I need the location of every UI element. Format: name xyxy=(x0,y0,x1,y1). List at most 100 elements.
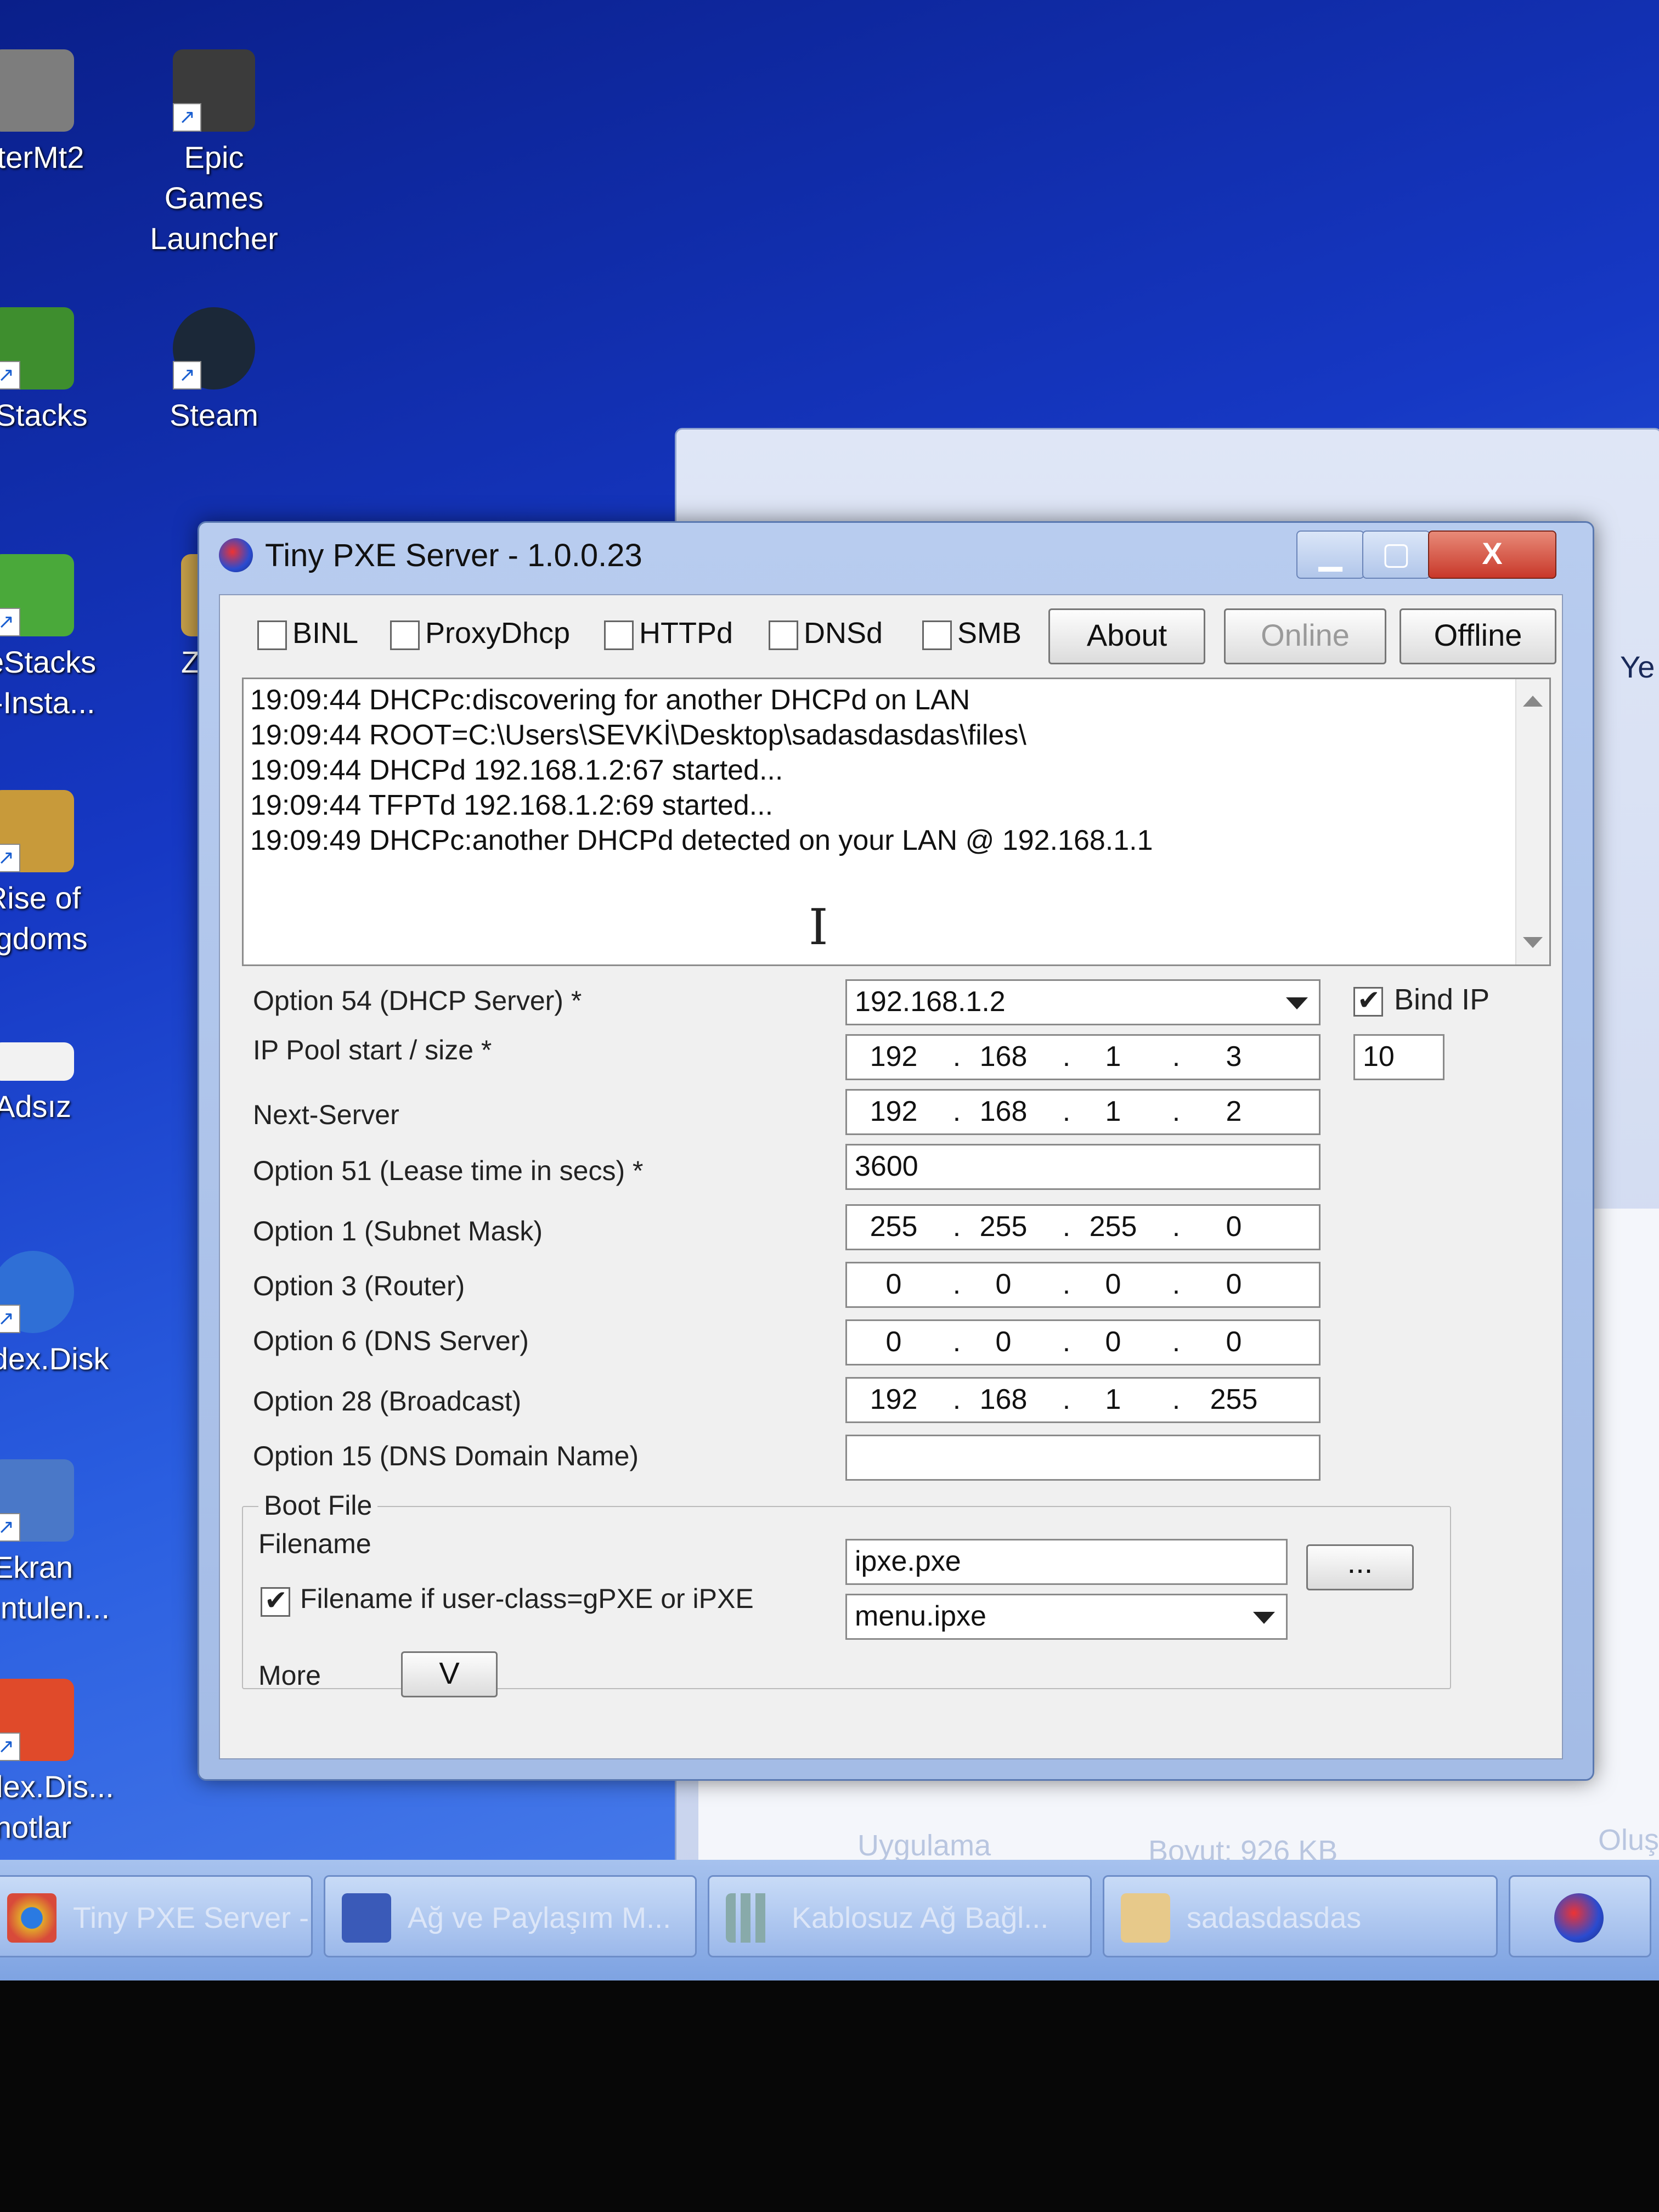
desktop-icon-bluestacks-multi[interactable]: ↗ ueStacks lti-Insta... xyxy=(0,554,115,723)
option1-label: Option 1 (Subnet Mask) xyxy=(253,1216,543,1246)
more-label: More xyxy=(258,1660,321,1691)
scroll-up-icon[interactable] xyxy=(1523,696,1543,707)
folder-icon xyxy=(1121,1893,1170,1943)
window-client-area: BINL ProxyDhcp HTTPd DNSd SMB About Onli… xyxy=(219,594,1563,1759)
chrome-icon xyxy=(7,1893,57,1943)
filename-input[interactable]: ipxe.pxe xyxy=(845,1539,1288,1585)
shortcut-arrow-icon: ↗ xyxy=(0,608,20,636)
offline-button[interactable]: Offline xyxy=(1400,608,1556,664)
userclass-filename-select[interactable]: menu.ipxe xyxy=(845,1594,1288,1640)
desktop-icon-screenshot[interactable]: ↗ Ekran oruntulen... xyxy=(0,1459,115,1628)
option28-label: Option 28 (Broadcast) xyxy=(253,1386,522,1417)
taskbar-item-wireless[interactable]: Kablosuz Ağ Bağl... xyxy=(708,1875,1092,1957)
desktop-icon-partial[interactable]: Z xyxy=(110,554,214,679)
taskbar-item-network-sharing[interactable]: Ağ ve Paylaşım M... xyxy=(324,1875,697,1957)
dns-domain-name-input[interactable] xyxy=(845,1435,1321,1481)
online-button[interactable]: Online xyxy=(1224,608,1386,664)
next-server-input[interactable]: 192 . 168 . 1 . 2 xyxy=(845,1089,1321,1135)
text-cursor-icon: I xyxy=(809,899,828,956)
blank-file-icon xyxy=(0,1042,74,1081)
log-line: 19:09:44 DHCPc:discovering for another D… xyxy=(250,684,970,716)
proxydhcp-checkbox[interactable] xyxy=(390,620,420,650)
bluestacks-icon: ↗ xyxy=(0,307,74,390)
desktop-icon-yandex-notes[interactable]: ↗ andex.Dis... notlar xyxy=(0,1679,115,1848)
ip-pool-start-input[interactable]: 192 . 168 . 1 . 3 xyxy=(845,1034,1321,1080)
yandex-notes-icon: ↗ xyxy=(0,1679,74,1761)
desktop-icon-yandex-disk[interactable]: ↗ andex.Disk xyxy=(0,1251,115,1379)
bluestacks-multi-icon: ↗ xyxy=(0,554,74,636)
httpd-label: HTTPd xyxy=(639,617,733,650)
smb-checkbox[interactable] xyxy=(922,620,952,650)
epic-games-icon: ↗ xyxy=(173,49,255,132)
taskbar-item-folder[interactable]: sadasdasdas xyxy=(1103,1875,1498,1957)
shortcut-arrow-icon: ↗ xyxy=(0,1733,20,1761)
next-server-label: Next-Server xyxy=(253,1099,399,1130)
browse-button[interactable]: ... xyxy=(1306,1544,1414,1590)
lease-time-input[interactable]: 3600 xyxy=(845,1144,1321,1190)
binl-checkbox[interactable] xyxy=(257,620,287,650)
desktop-icon-game[interactable]: sterMt2 xyxy=(0,49,115,178)
shortcut-arrow-icon: ↗ xyxy=(0,361,20,390)
desktop-icon-epic-games[interactable]: ↗ Epic Games Launcher xyxy=(132,49,296,259)
ip-pool-size-input[interactable]: 10 xyxy=(1353,1034,1444,1080)
userclass-checkbox[interactable] xyxy=(261,1584,290,1617)
service-toolbar: BINL ProxyDhcp HTTPd DNSd SMB About Onli… xyxy=(242,606,1556,667)
taskbar-item-tiny-pxe[interactable]: Tiny PXE Server - ... xyxy=(0,1875,313,1957)
dns-server-input[interactable]: 0 . 0 . 0 . 0 xyxy=(845,1319,1321,1365)
userclass-label: Filename if user-class=gPXE or iPXE xyxy=(300,1583,754,1614)
router-input[interactable]: 0 . 0 . 0 . 0 xyxy=(845,1262,1321,1308)
shortcut-arrow-icon: ↗ xyxy=(173,361,201,390)
scroll-down-icon[interactable] xyxy=(1523,937,1543,948)
log-line: 19:09:49 DHCPc:another DHCPd detected on… xyxy=(250,825,1153,856)
taskbar-item-pxe[interactable] xyxy=(1509,1875,1651,1957)
option54-label: Option 54 (DHCP Server) * xyxy=(253,985,582,1016)
more-button[interactable]: V xyxy=(401,1651,498,1697)
app-icon xyxy=(0,49,74,132)
pxe-icon xyxy=(1554,1893,1604,1943)
proxydhcp-label: ProxyDhcp xyxy=(425,617,571,650)
background-item-extra: Oluş xyxy=(1598,1824,1659,1857)
log-scrollbar[interactable] xyxy=(1515,679,1549,964)
yandex-disk-icon: ↗ xyxy=(0,1251,74,1333)
httpd-checkbox[interactable] xyxy=(604,620,634,650)
window-title: Tiny PXE Server - 1.0.0.23 xyxy=(265,538,642,573)
shortcut-arrow-icon: ↗ xyxy=(0,1305,20,1333)
option6-label: Option 6 (DNS Server) xyxy=(253,1325,529,1356)
shortcut-arrow-icon: ↗ xyxy=(0,1513,20,1542)
desktop-icon-bluestacks[interactable]: ↗ eStacks xyxy=(0,307,115,436)
subnet-mask-input[interactable]: 255 . 255 . 255 . 0 xyxy=(845,1204,1321,1250)
boot-file-group-title: Boot File xyxy=(258,1489,378,1521)
broadcast-input[interactable]: 192 . 168 . 1 . 255 xyxy=(845,1377,1321,1423)
log-textarea[interactable]: 19:09:44 DHCPc:discovering for another D… xyxy=(242,678,1551,966)
dnsd-label: DNSd xyxy=(804,617,883,650)
rise-of-kingdoms-icon: ↗ xyxy=(0,790,74,872)
desktop-icon-adsiz[interactable]: Adsız xyxy=(0,1042,115,1127)
shortcut-arrow-icon: ↗ xyxy=(173,103,201,132)
background-item-type: Uygulama xyxy=(857,1829,991,1862)
monitor-bezel xyxy=(0,1953,1659,2212)
background-window-label: Ye xyxy=(1620,650,1655,684)
shortcut-arrow-icon: ↗ xyxy=(0,844,20,872)
bind-ip-checkbox[interactable] xyxy=(1353,984,1383,1017)
desktop-icon-rise-of-kingdoms[interactable]: ↗ Rise of ngdoms xyxy=(0,790,115,959)
desktop-icon-steam[interactable]: ↗ Steam xyxy=(132,307,296,436)
binl-label: BINL xyxy=(292,617,359,650)
close-button[interactable]: X xyxy=(1428,531,1556,579)
chevron-down-icon xyxy=(1253,1612,1275,1624)
dnsd-checkbox[interactable] xyxy=(769,620,798,650)
option15-label: Option 15 (DNS Domain Name) xyxy=(253,1441,639,1471)
tiny-pxe-server-window[interactable]: Tiny PXE Server - 1.0.0.23 ▁ ▢ X BINL Pr… xyxy=(198,521,1594,1781)
screenshot-icon: ↗ xyxy=(0,1459,74,1542)
log-line: 19:09:44 ROOT=C:\Users\SEVKİ\Desktop\sad… xyxy=(250,719,1026,751)
option51-label: Option 51 (Lease time in secs) * xyxy=(253,1155,644,1186)
chevron-down-icon xyxy=(1286,997,1308,1009)
bind-ip-label: Bind IP xyxy=(1394,983,1490,1016)
title-bar[interactable]: Tiny PXE Server - 1.0.0.23 ▁ ▢ X xyxy=(199,523,1593,589)
about-button[interactable]: About xyxy=(1048,608,1205,664)
option54-dhcp-server-select[interactable]: 192.168.1.2 xyxy=(845,979,1321,1025)
filename-label: Filename xyxy=(258,1528,371,1559)
ip-pool-label: IP Pool start / size * xyxy=(253,1035,492,1065)
maximize-button[interactable]: ▢ xyxy=(1362,531,1430,579)
minimize-button[interactable]: ▁ xyxy=(1296,531,1364,579)
option3-label: Option 3 (Router) xyxy=(253,1271,465,1301)
